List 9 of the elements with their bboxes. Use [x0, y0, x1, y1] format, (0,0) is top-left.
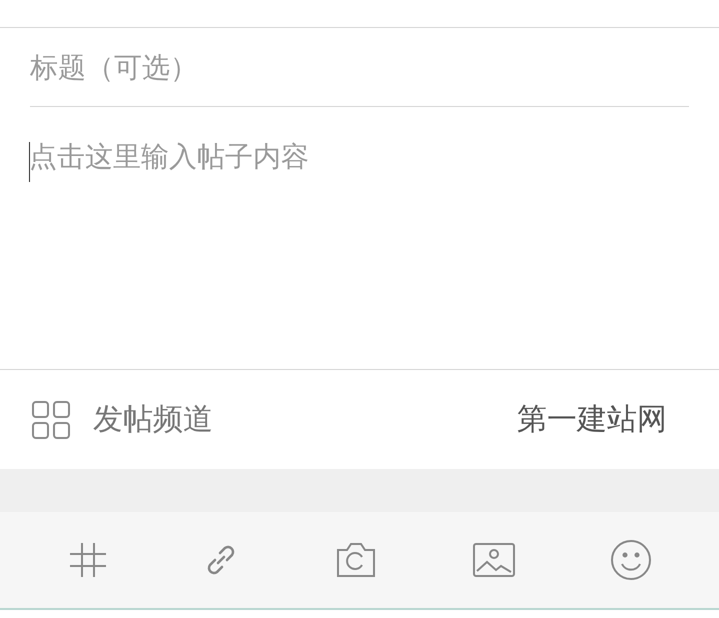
- channel-value[interactable]: 第一建站网: [517, 397, 667, 442]
- grid-icon: [32, 400, 70, 438]
- title-field[interactable]: 标题（可选）: [30, 28, 689, 107]
- text-cursor: [29, 142, 30, 182]
- content-field[interactable]: 点击这里输入帖子内容: [29, 137, 690, 337]
- image-icon[interactable]: [472, 543, 514, 577]
- emoji-icon[interactable]: [610, 539, 652, 581]
- channel-label: 发帖频道: [93, 401, 213, 439]
- hashtag-icon[interactable]: [68, 540, 108, 580]
